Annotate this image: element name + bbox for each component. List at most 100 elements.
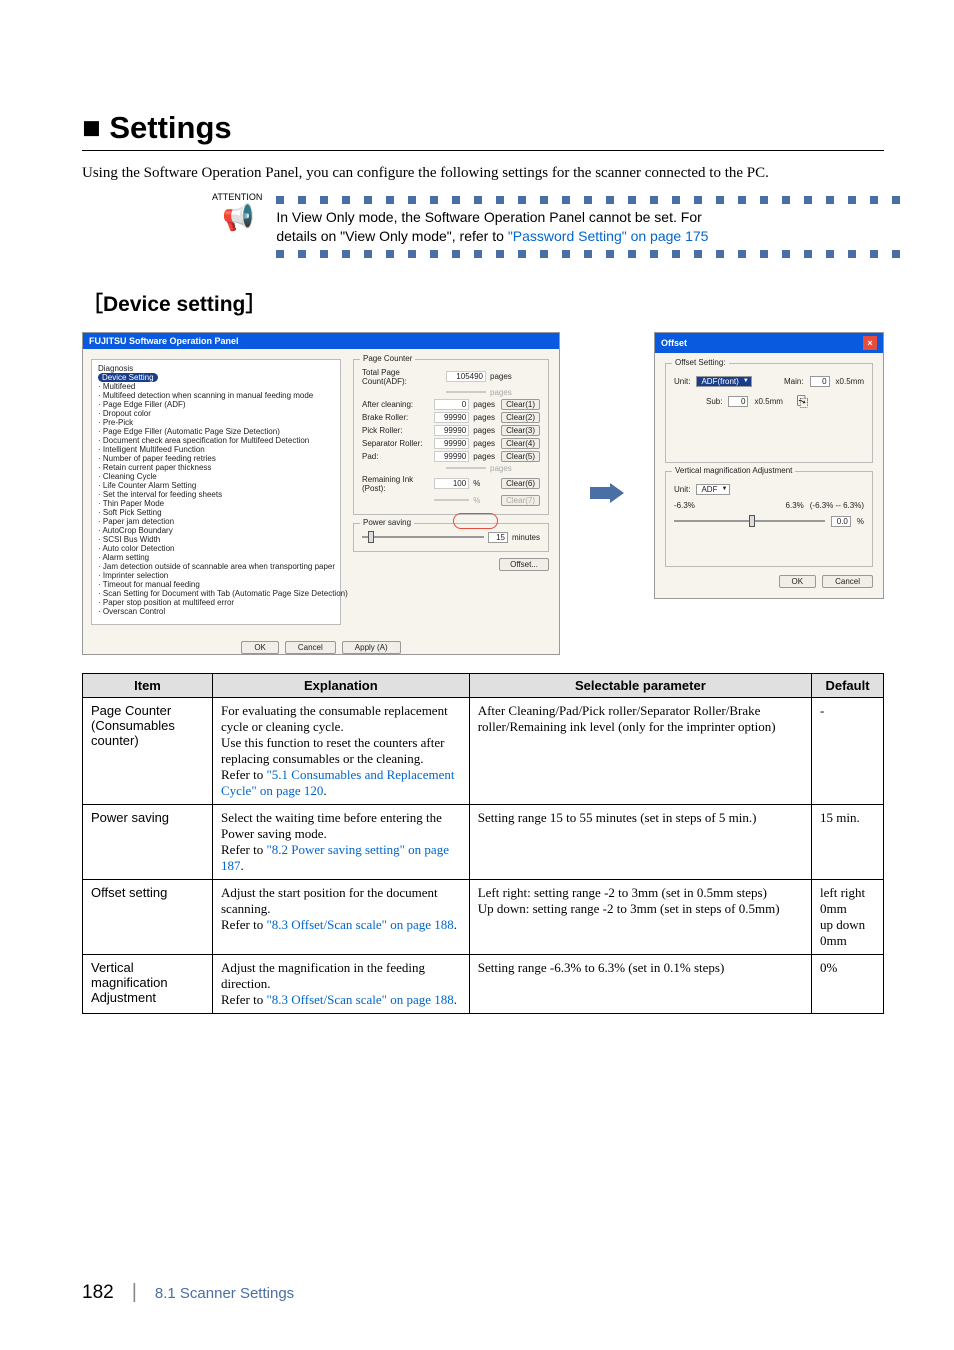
vmag-group: Vertical magnification Adjustment Unit: … — [665, 471, 873, 567]
range-right: 6.3% — [786, 501, 804, 510]
attention-label: ATTENTION — [212, 192, 262, 202]
tree-item[interactable]: · Paper stop position at multifeed error — [98, 598, 334, 607]
tree-item[interactable]: · Thin Paper Mode — [98, 499, 334, 508]
tree-item[interactable]: · Life Counter Alarm Setting — [98, 481, 334, 490]
cell-sel: After Cleaning/Pad/Pick roller/Separator… — [469, 697, 811, 804]
clear-button[interactable]: Clear(1) — [501, 399, 540, 410]
heading-rule — [82, 150, 884, 151]
range-left: -6.3% — [674, 501, 695, 510]
cell-item: Offset setting — [83, 879, 213, 954]
attention-line1: In View Only mode, the Software Operatio… — [276, 209, 701, 225]
table-row: Vertical magnification AdjustmentAdjust … — [83, 954, 884, 1013]
tree-item[interactable]: · Page Edge Filler (Automatic Page Size … — [98, 427, 334, 436]
tree-item[interactable]: · Cleaning Cycle — [98, 472, 334, 481]
tree-item[interactable]: · Soft Pick Setting — [98, 508, 334, 517]
power-slider[interactable] — [362, 536, 484, 538]
cell-sel: Setting range -6.3% to 6.3% (set in 0.1%… — [469, 954, 811, 1013]
cell-sel: Left right: setting range -2 to 3mm (set… — [469, 879, 811, 954]
offset-cancel-button[interactable]: Cancel — [822, 575, 873, 588]
dots-top — [276, 196, 900, 204]
cell-exp: For evaluating the consumable replacemen… — [213, 697, 470, 804]
tree-item[interactable]: · Number of paper feeding retries — [98, 454, 334, 463]
tree-item[interactable]: · Scan Setting for Document with Tab (Au… — [98, 589, 334, 598]
tree-item[interactable]: · Auto color Detection — [98, 544, 334, 553]
table-row: Power savingSelect the waiting time befo… — [83, 804, 884, 879]
unit2-select[interactable]: ADF — [696, 484, 730, 495]
page-footer: 182 | 8.1 Scanner Settings — [82, 1281, 294, 1304]
sub-label: Sub: — [706, 397, 722, 406]
cell-exp: Adjust the magnification in the feeding … — [213, 954, 470, 1013]
xref-link[interactable]: "8.2 Power saving setting" on page 187 — [221, 842, 449, 873]
counter-row: Total Page Count(ADF):105490pages — [362, 368, 540, 386]
table-row: Page Counter (Consumables counter)For ev… — [83, 697, 884, 804]
unit-label: Unit: — [674, 377, 690, 386]
spec-table: Item Explanation Selectable parameter De… — [82, 673, 884, 1014]
xref-link[interactable]: "8.3 Offset/Scan scale" on page 188 — [266, 992, 453, 1007]
close-icon[interactable]: × — [863, 336, 877, 350]
th-def: Default — [812, 673, 884, 697]
section-title: 8.1 Scanner Settings — [155, 1285, 294, 1302]
tree-item[interactable]: · Intelligent Multifeed Function — [98, 445, 334, 454]
main-value[interactable]: 0 — [810, 376, 830, 387]
tree-item[interactable]: · Jam detection outside of scannable are… — [98, 562, 334, 571]
cell-item: Vertical magnification Adjustment — [83, 954, 213, 1013]
attention-block: ATTENTION 📢 In View Only mode, the Softw… — [82, 192, 884, 262]
lead-text: Using the Software Operation Panel, you … — [82, 165, 884, 182]
counter-row: Separator Roller:99990pagesClear(4) — [362, 438, 540, 449]
clear-button: Clear(7) — [501, 495, 540, 506]
offset-button[interactable]: Offset... — [499, 558, 549, 571]
tree-device-setting[interactable]: Device Setting — [98, 373, 158, 382]
tree-item[interactable]: · Multifeed detection when scanning in m… — [98, 391, 334, 400]
tree-item[interactable]: · Retain current paper thickness — [98, 463, 334, 472]
section-heading: ■ Settings — [82, 110, 884, 146]
table-row: Offset settingAdjust the start position … — [83, 879, 884, 954]
tree-item[interactable]: · Imprinter selection — [98, 571, 334, 580]
offset-ok-button[interactable]: OK — [779, 575, 817, 588]
counter-row: After cleaning:0pagesClear(1) — [362, 399, 540, 410]
tree-item[interactable]: · Timeout for manual feeding — [98, 580, 334, 589]
xref-link[interactable]: "5.1 Consumables and Replacement Cycle" … — [221, 767, 454, 798]
tree-item[interactable]: · SCSI Bus Width — [98, 535, 334, 544]
clear-button[interactable]: Clear(3) — [501, 425, 540, 436]
tree-item[interactable]: · Paper jam detection — [98, 517, 334, 526]
tree-item[interactable]: · Dropout color — [98, 409, 334, 418]
tree-item[interactable]: · Set the interval for feeding sheets — [98, 490, 334, 499]
tree-diagnosis[interactable]: Diagnosis — [98, 364, 334, 373]
clear-button[interactable]: Clear(2) — [501, 412, 540, 423]
ok-button[interactable]: OK — [241, 641, 279, 654]
sub-value[interactable]: 0 — [728, 396, 748, 407]
tree-item[interactable]: · Page Edge Filler (ADF) — [98, 400, 334, 409]
dots-bottom — [276, 250, 900, 258]
unit-select[interactable]: ADF(front) — [696, 376, 751, 387]
tree-item[interactable]: · Multifeed — [98, 382, 334, 391]
clear-button[interactable]: Clear(5) — [501, 451, 540, 462]
cell-exp: Adjust the start position for the docume… — [213, 879, 470, 954]
tree-item[interactable]: · Pre-Pick — [98, 418, 334, 427]
cell-sel: Setting range 15 to 55 minutes (set in s… — [469, 804, 811, 879]
footer-divider: | — [132, 1281, 137, 1304]
vmag-slider[interactable] — [674, 520, 825, 522]
attention-line2: details on "View Only mode", refer to — [276, 228, 507, 244]
tree-item[interactable]: · AutoCrop Boundary — [98, 526, 334, 535]
tree-item[interactable]: · Overscan Control — [98, 607, 334, 616]
unit2-label: Unit: — [674, 485, 690, 494]
counter-row: Pick Roller:99990pagesClear(3) — [362, 425, 540, 436]
offset-titlebar: Offset × — [655, 333, 883, 353]
page-counter-group: Page Counter Total Page Count(ADF):10549… — [353, 359, 549, 515]
sop-tree[interactable]: Diagnosis Device Setting · Multifeed· Mu… — [91, 359, 341, 625]
apply-button[interactable]: Apply (A) — [342, 641, 401, 654]
page-counter-title: Page Counter — [360, 354, 415, 363]
xref-link[interactable]: "8.3 Offset/Scan scale" on page 188 — [266, 917, 453, 932]
sop-window: FUJITSU Software Operation Panel Diagnos… — [82, 332, 560, 655]
tree-item[interactable]: · Document check area specification for … — [98, 436, 334, 445]
cancel-button[interactable]: Cancel — [285, 641, 336, 654]
attention-link[interactable]: "Password Setting" on page 175 — [508, 228, 709, 244]
vmag-value: 0.0 — [831, 516, 851, 527]
th-exp: Explanation — [213, 673, 470, 697]
range-note: (-6.3% -- 6.3%) — [810, 501, 864, 510]
screenshots-row: FUJITSU Software Operation Panel Diagnos… — [82, 332, 884, 655]
clear-button[interactable]: Clear(4) — [501, 438, 540, 449]
tree-item[interactable]: · Alarm setting — [98, 553, 334, 562]
clear-button[interactable]: Clear(6) — [501, 478, 540, 489]
page-icon: ⎘ — [797, 393, 808, 410]
